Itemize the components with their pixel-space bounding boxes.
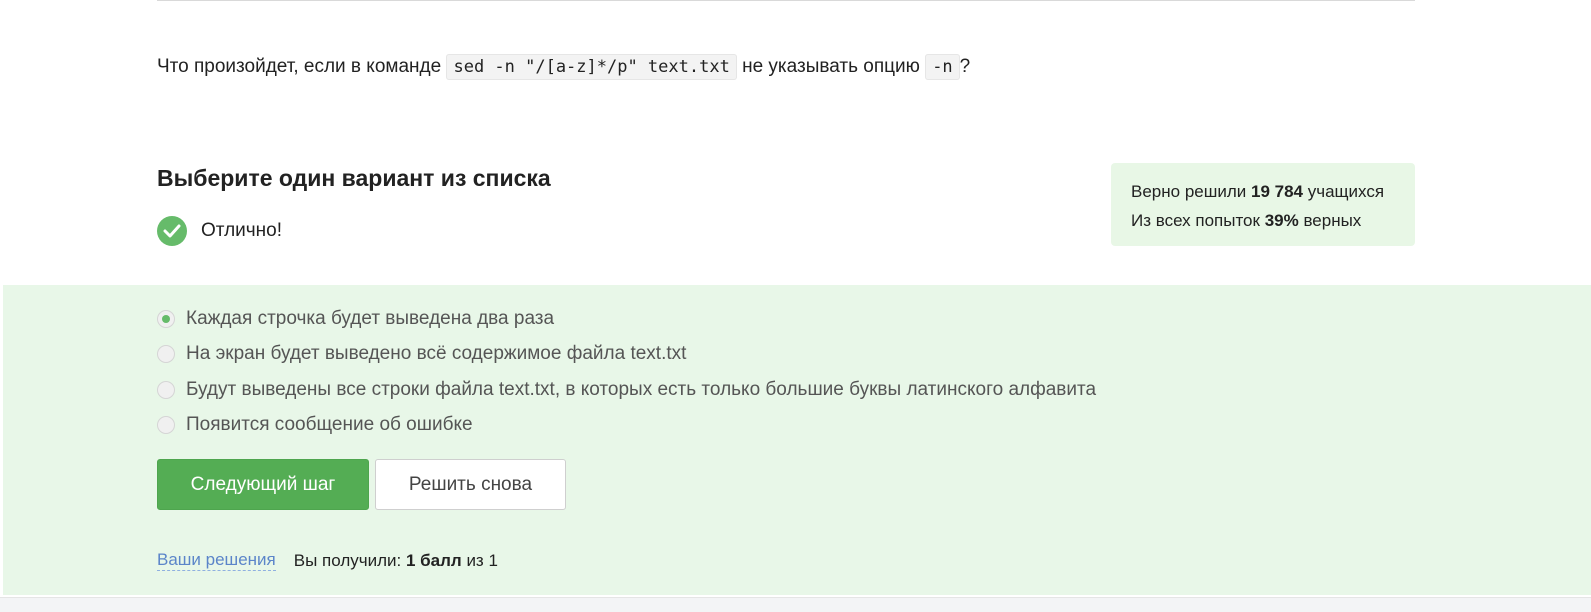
option-label: Каждая строчка будет выведена два раза	[186, 307, 555, 329]
score-text: Вы получили: 1 балл из 1	[294, 551, 498, 571]
radio-unselected[interactable]	[157, 416, 175, 435]
stats-attempts-percent: 39%	[1264, 211, 1299, 230]
question-prefix: Что произойдет, если в команде	[157, 56, 442, 77]
option-item[interactable]: Каждая строчка будет выведена два раза	[157, 301, 1096, 337]
option-label: На экран будет выведено всё содержимое ф…	[186, 343, 687, 365]
question-middle: не указывать опцию	[742, 56, 920, 77]
question-text: Что произойдет, если в команде sed -n "/…	[157, 52, 970, 82]
stats-solved-suffix: учащихся	[1307, 182, 1385, 201]
step-page: Что произойдет, если в команде sed -n "/…	[0, 0, 1591, 612]
check-circle-icon	[157, 215, 187, 246]
question-suffix: ?	[959, 56, 971, 77]
stats-attempts-suffix: верных	[1303, 211, 1362, 230]
radio-selected[interactable]	[157, 309, 175, 328]
checkmark-icon	[163, 224, 181, 237]
score-suffix: из 1	[466, 550, 498, 570]
command-code: sed -n "/[a-z]*/p" text.txt	[446, 54, 737, 80]
score-prefix: Вы получили:	[293, 550, 402, 570]
stats-solved-count: 19 784	[1251, 182, 1304, 201]
your-solutions-link[interactable]: Ваши решения	[157, 550, 276, 571]
option-label: Будут выведены все строки файла text.txt…	[186, 378, 1097, 400]
radio-unselected[interactable]	[157, 380, 175, 399]
top-divider	[157, 0, 1415, 1]
radio-unselected[interactable]	[157, 345, 175, 364]
result-text: Отлично!	[201, 219, 283, 241]
quiz-heading: Выберите один вариант из списка	[157, 165, 551, 191]
option-item[interactable]: На экран будет выведено всё содержимое ф…	[157, 337, 1096, 373]
option-item[interactable]: Будут выведены все строки файла text.txt…	[157, 372, 1096, 408]
stats-solved-line: Верно решили 19 784 учащихся	[1131, 177, 1395, 206]
stats-attempts-prefix: Из всех попыток	[1131, 211, 1260, 230]
result-status: Отлично!	[157, 215, 282, 246]
stats-box: Верно решили 19 784 учащихся Из всех поп…	[1111, 163, 1415, 246]
score-value: 1 балл	[405, 550, 462, 570]
stats-solved-prefix: Верно решили	[1131, 182, 1247, 201]
bottom-strip	[0, 597, 1591, 612]
option-label: Появится сообщение об ошибке	[186, 414, 473, 436]
options-list: Каждая строчка будет выведена два раза Н…	[157, 301, 1096, 443]
option-code: -n	[925, 54, 960, 80]
solve-again-button[interactable]: Решить снова	[375, 459, 566, 510]
option-item[interactable]: Появится сообщение об ошибке	[157, 408, 1096, 444]
stats-attempts-line: Из всех попыток 39% верных	[1131, 206, 1395, 235]
footer-line: Ваши решения Вы получили: 1 балл из 1	[157, 550, 498, 571]
next-step-button[interactable]: Следующий шаг	[157, 459, 369, 510]
